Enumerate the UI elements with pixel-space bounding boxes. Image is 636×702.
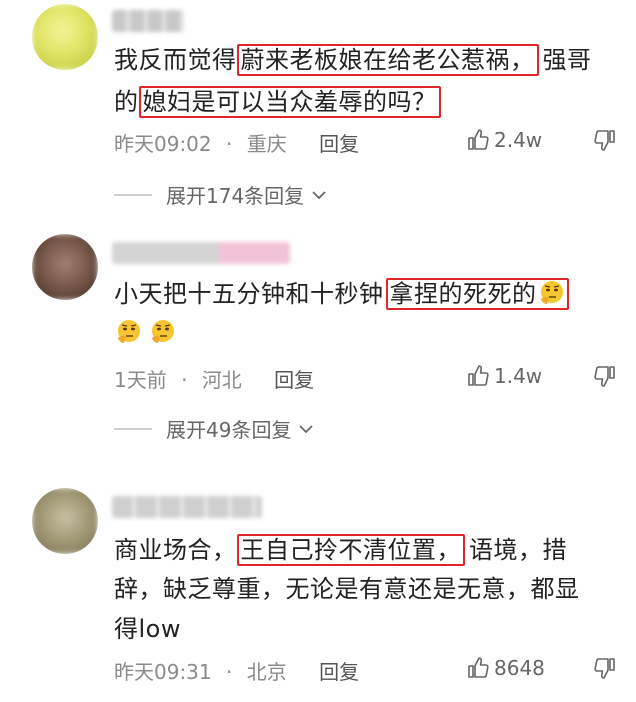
divider: [114, 427, 152, 430]
timestamp: 1天前: [114, 368, 167, 392]
location: 重庆: [246, 132, 287, 156]
timestamp: 昨天09:02: [114, 132, 212, 156]
comment-text-line: 商业场合， 王自己拎不清位置， 语境，措: [114, 534, 567, 566]
comment-text-line: 小天把十五分钟和十秒钟 拿捏的死死的: [114, 278, 569, 310]
like-count: 2.4w: [494, 128, 543, 152]
avatar[interactable]: [32, 4, 98, 70]
like-count: 1.4w: [494, 364, 543, 388]
comment-text-line: 的媳妇是可以当众羞辱的吗？: [114, 86, 441, 118]
username-blurred[interactable]: [112, 242, 290, 264]
thumbs-down-icon: [594, 658, 615, 679]
chevron-down-icon: [299, 424, 314, 433]
location: 北京: [246, 660, 287, 684]
reply-button[interactable]: 回复: [319, 132, 359, 156]
comment-text-line: 得low: [114, 615, 181, 643]
comment-meta: 昨天09:31 · 北京 回复: [114, 660, 360, 684]
dislike-button[interactable]: [593, 364, 617, 392]
avatar[interactable]: [32, 234, 98, 300]
highlight-box: 蔚来老板娘在给老公惹祸，: [236, 44, 539, 76]
highlight-box: 王自己拎不清位置，: [236, 534, 465, 566]
dislike-button[interactable]: [593, 656, 617, 684]
thumbs-up-icon: [468, 657, 489, 678]
reply-button[interactable]: 回复: [274, 368, 314, 392]
chevron-down-icon: [312, 190, 326, 199]
thumbs-up-icon: [468, 365, 489, 386]
highlight-box: 媳妇是可以当众羞辱的吗？: [138, 86, 441, 118]
expand-replies-button[interactable]: 展开49条回复: [114, 414, 315, 443]
thinking-face-emoji: [114, 318, 142, 346]
like-button[interactable]: 8648: [466, 656, 545, 680]
comment-meta: 昨天09:02 · 重庆 回复: [114, 132, 360, 156]
comment-text-line: [114, 318, 176, 348]
thumbs-down-icon: [594, 366, 615, 387]
like-button[interactable]: 2.4w: [466, 128, 542, 152]
avatar[interactable]: [32, 488, 98, 554]
thumbs-down-icon: [594, 130, 615, 151]
comment-text-line: 我反而觉得 蔚来老板娘在给老公惹祸， 强哥: [114, 44, 592, 76]
thinking-face-emoji: [537, 279, 565, 307]
comment-text-line: 辞，缺乏尊重，无论是有意还是无意，都显: [114, 575, 580, 603]
divider: [114, 193, 152, 196]
comment-meta: 1天前 · 河北 回复: [114, 368, 315, 392]
reply-button[interactable]: 回复: [319, 660, 359, 684]
timestamp: 昨天09:31: [114, 660, 212, 684]
like-count: 8648: [494, 656, 545, 680]
dislike-button[interactable]: [593, 128, 617, 156]
username-blurred[interactable]: [112, 10, 184, 32]
username-blurred[interactable]: [112, 496, 262, 518]
expand-replies-button[interactable]: 展开174条回复: [114, 180, 328, 209]
thinking-face-emoji: [148, 318, 176, 346]
thumbs-up-icon: [468, 129, 489, 150]
location: 河北: [201, 368, 242, 392]
highlight-box: 拿捏的死死的: [385, 278, 569, 310]
like-button[interactable]: 1.4w: [466, 364, 542, 388]
